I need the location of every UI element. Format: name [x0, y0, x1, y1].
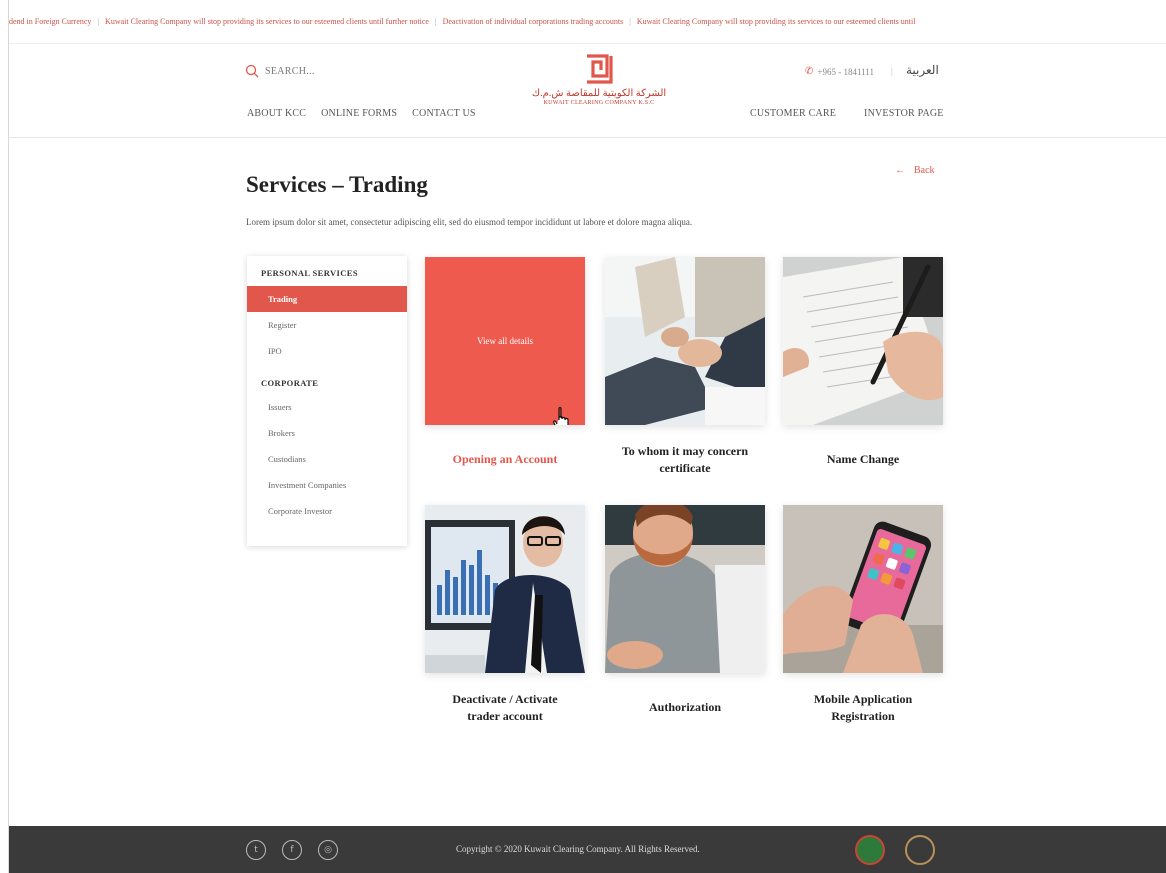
sidebar-item-custodians[interactable]: Custodians — [247, 446, 407, 472]
logo-english-text: KUWAIT CLEARING COMPANY K.S.C — [543, 100, 655, 106]
services-sidebar: PERSONAL SERVICES Trading Register IPO C… — [247, 256, 407, 546]
card-title-line1[interactable]: To whom it may concern — [605, 443, 765, 460]
header-divider: | — [891, 66, 893, 76]
language-switch[interactable]: العربية — [906, 63, 939, 78]
page-frame: dend in Foreign Currency | Kuwait Clearing… — [8, 0, 1166, 873]
hand-cursor-icon — [553, 407, 569, 425]
card-title-line1[interactable]: Deactivate / Activate — [425, 691, 585, 708]
ticker-item[interactable]: Deactivation of individual corporations … — [443, 17, 624, 26]
nav-about-kcc[interactable]: ABOUT KCC — [247, 108, 306, 119]
search-trigger[interactable]: SEARCH... — [245, 64, 315, 78]
card-title[interactable]: Name Change — [783, 451, 943, 468]
sidebar-item-brokers[interactable]: Brokers — [247, 420, 407, 446]
card-title[interactable]: Opening an Account — [425, 451, 585, 468]
social-links: t f ◎ — [246, 840, 338, 860]
card-title-line2[interactable]: trader account — [425, 708, 585, 725]
sidebar-item-trading[interactable]: Trading — [247, 286, 407, 312]
back-label: Back — [914, 165, 935, 176]
view-details-overlay[interactable]: View all details — [425, 257, 585, 425]
sidebar-item-investment-companies[interactable]: Investment Companies — [247, 472, 407, 498]
phone-icon: ✆ — [805, 66, 814, 77]
nav-investor-page[interactable]: INVESTOR PAGE — [864, 108, 944, 119]
card-title-line2[interactable]: Registration — [783, 708, 943, 725]
logo-arabic-text: الشركة الكويتية للمقاصة ش.م.ك — [531, 88, 667, 99]
card-image-trader[interactable] — [425, 505, 585, 673]
card-image-phone[interactable] — [783, 505, 943, 673]
card-title[interactable]: Authorization — [605, 699, 765, 716]
sidebar-item-register[interactable]: Register — [247, 312, 407, 338]
site-footer: t f ◎ Copyright © 2020 Kuwait Clearing C… — [9, 826, 1166, 873]
search-icon — [245, 64, 259, 78]
news-ticker[interactable]: dend in Foreign Currency | Kuwait Clearing… — [9, 0, 1166, 44]
arrow-left-icon: ← — [895, 165, 905, 176]
service-card-authorization[interactable]: Authorization — [605, 505, 765, 716]
card-image-authorization[interactable] — [605, 505, 765, 673]
page-title: Services – Trading — [246, 172, 428, 197]
copyright-text: Copyright © 2020 Kuwait Clearing Company… — [456, 844, 700, 854]
sidebar-heading-corporate: CORPORATE — [261, 378, 319, 388]
card-image-signing[interactable] — [783, 257, 943, 425]
search-label: SEARCH... — [265, 65, 315, 77]
service-card-name-change[interactable]: Name Change — [783, 257, 943, 468]
card-image-handshake[interactable] — [605, 257, 765, 425]
logo-mark-icon — [585, 54, 613, 84]
ticker-separator: | — [434, 17, 437, 26]
service-card-opening-account[interactable]: View all details Opening an Account — [425, 257, 585, 468]
ticker-item[interactable]: dend in Foreign Currency — [9, 17, 91, 26]
phone-number: +965 - 1841111 — [817, 66, 874, 77]
partner-badge-icon — [905, 835, 935, 865]
view-details-label: View all details — [477, 336, 533, 346]
ticker-item[interactable]: Kuwait Clearing Company will stop provid… — [105, 17, 429, 26]
nav-contact-us[interactable]: CONTACT US — [412, 108, 476, 119]
card-image[interactable]: View all details — [425, 257, 585, 425]
card-title-line2[interactable]: certificate — [605, 460, 765, 477]
instagram-icon[interactable]: ◎ — [318, 840, 338, 860]
site-logo[interactable]: الشركة الكويتية للمقاصة ش.م.ك KUWAIT CLE… — [519, 54, 679, 106]
site-header: SEARCH... الشركة الكويتية للمقاصة ش.م.ك … — [9, 44, 1166, 138]
nav-customer-care[interactable]: CUSTOMER CARE — [750, 108, 836, 119]
back-link[interactable]: ← Back — [895, 165, 935, 176]
ticker-separator: | — [97, 17, 100, 26]
sidebar-item-corporate-investor[interactable]: Corporate Investor — [247, 498, 407, 524]
twitter-icon[interactable]: t — [246, 840, 266, 860]
phone-link[interactable]: ✆ +965 - 1841111 — [805, 66, 874, 77]
page-description: Lorem ipsum dolor sit amet, consectetur … — [246, 217, 693, 227]
sidebar-heading-personal: PERSONAL SERVICES — [261, 268, 358, 278]
nav-left: ABOUT KCC ONLINE FORMS CONTACT US — [247, 108, 476, 119]
service-card-deactivate[interactable]: Deactivate / Activate trader account — [425, 505, 585, 725]
nav-online-forms[interactable]: ONLINE FORMS — [321, 108, 397, 119]
sidebar-item-issuers[interactable]: Issuers — [247, 394, 407, 420]
kuwait-badge-icon — [855, 835, 885, 865]
ticker-separator: | — [629, 17, 631, 26]
sidebar-item-ipo[interactable]: IPO — [247, 338, 407, 364]
nav-right: CUSTOMER CARE INVESTOR PAGE — [750, 108, 944, 119]
ticker-item[interactable]: Kuwait Clearing Company will stop provid… — [637, 17, 916, 26]
service-card-certificate[interactable]: To whom it may concern certificate — [605, 257, 765, 477]
card-title-line1[interactable]: Mobile Application — [783, 691, 943, 708]
facebook-icon[interactable]: f — [282, 840, 302, 860]
service-card-mobile-app[interactable]: Mobile Application Registration — [783, 505, 943, 725]
